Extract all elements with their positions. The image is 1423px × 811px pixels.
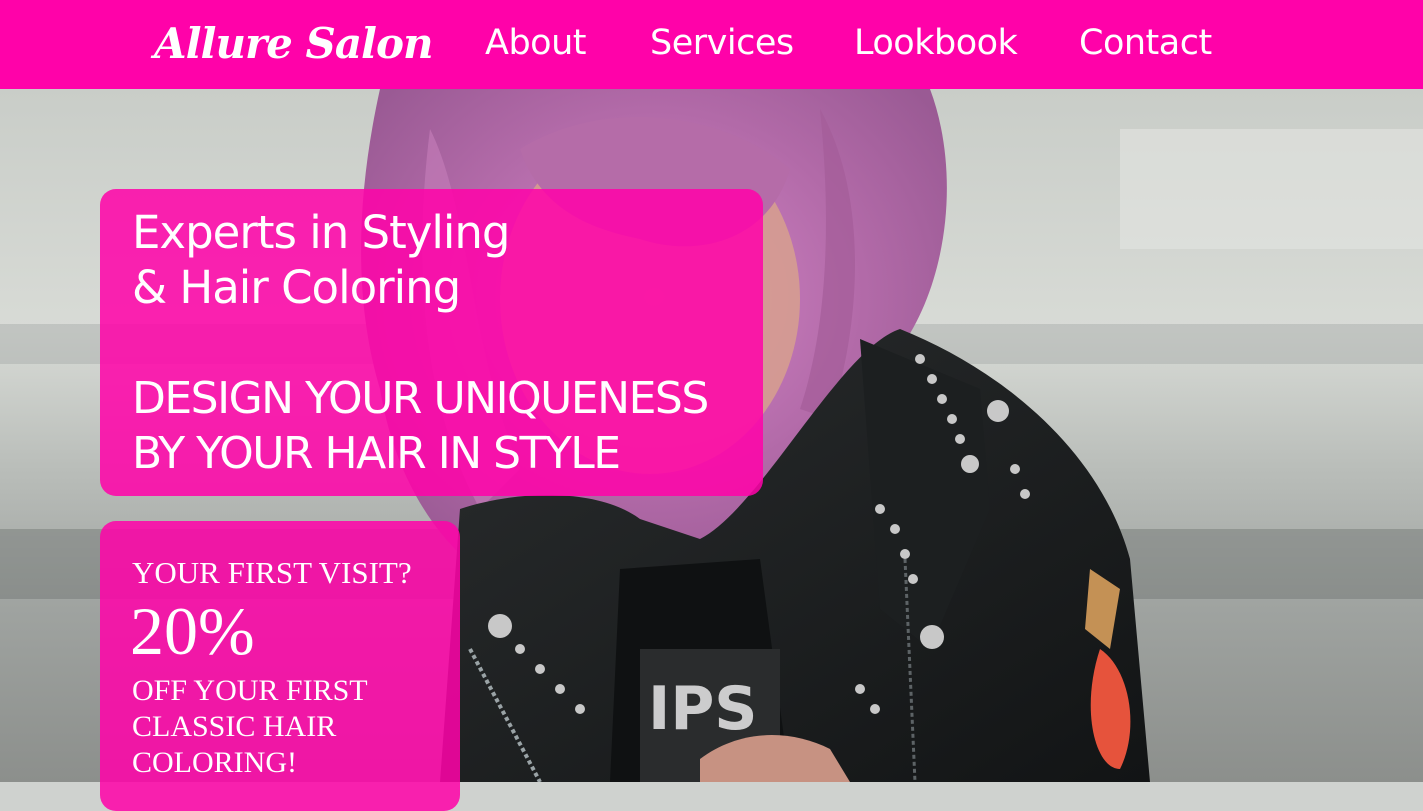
top-nav-bar: Allure Salon About Services Lookbook Con… — [0, 0, 1423, 89]
nav-link-about[interactable]: About — [485, 20, 586, 66]
hero-headline-line-1: Experts in Styling — [132, 206, 510, 259]
offer-detail-line-2: CLASSIC HAIR — [132, 710, 337, 743]
first-visit-offer-card[interactable]: YOUR FIRST VISIT? 20% OFF YOUR FIRST CLA… — [100, 521, 460, 811]
offer-detail-line-1: OFF YOUR FIRST — [132, 674, 368, 707]
hero-tagline-line-1: DESIGN YOUR UNIQUENESS — [132, 373, 709, 424]
hero-tagline: DESIGN YOUR UNIQUENESS BY YOUR HAIR IN S… — [132, 371, 709, 481]
hero-headline: Experts in Styling & Hair Coloring — [132, 205, 510, 315]
nav-link-contact[interactable]: Contact — [1079, 20, 1212, 66]
hero-tagline-line-2: BY YOUR HAIR IN STYLE — [132, 428, 621, 479]
offer-question: YOUR FIRST VISIT? — [132, 555, 412, 590]
nav-link-lookbook[interactable]: Lookbook — [854, 20, 1018, 66]
hero-headline-card: Experts in Styling & Hair Coloring DESIG… — [100, 189, 763, 496]
svg-text:IPS: IPS — [648, 674, 758, 744]
offer-discount: 20% — [130, 593, 255, 669]
nav-link-services[interactable]: Services — [650, 20, 794, 66]
hero-headline-line-2: & Hair Coloring — [132, 261, 461, 314]
offer-details: OFF YOUR FIRST CLASSIC HAIR COLORING! — [132, 673, 368, 781]
offer-detail-line-3: COLORING! — [132, 746, 297, 779]
salon-logo[interactable]: Allure Salon — [154, 14, 434, 74]
